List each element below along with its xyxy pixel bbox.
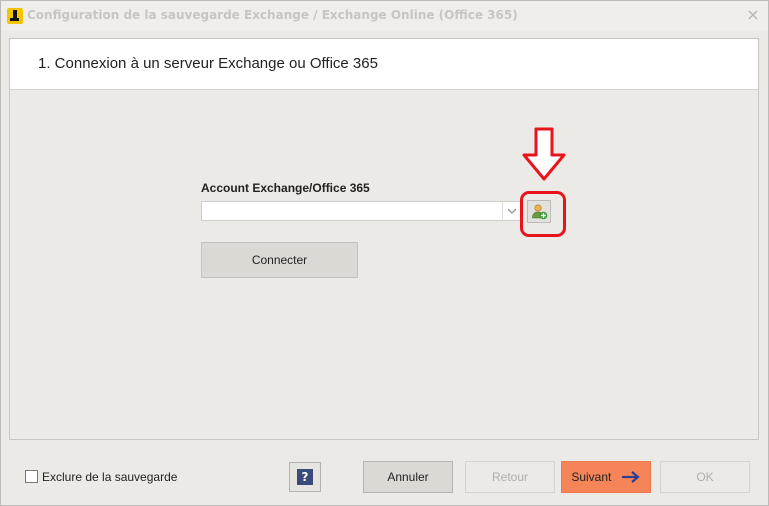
cancel-button[interactable]: Annuler <box>363 461 453 493</box>
down-arrow-annotation <box>522 127 566 181</box>
chevron-down-icon <box>507 208 517 214</box>
arrow-right-icon <box>621 470 640 483</box>
app-logo-icon <box>7 8 23 24</box>
window-title: Configuration de la sauvegarde Exchange … <box>27 8 518 22</box>
account-combobox[interactable] <box>201 201 521 221</box>
step-title: 1. Connexion à un serveur Exchange ou Of… <box>38 55 378 72</box>
exclude-label: Exclure de la sauvegarde <box>42 470 178 484</box>
help-icon: ? <box>297 469 313 485</box>
connect-button[interactable]: Connecter <box>201 242 358 278</box>
step-header: 1. Connexion à un serveur Exchange ou Of… <box>10 39 758 90</box>
back-button[interactable]: Retour <box>465 461 555 493</box>
account-label: Account Exchange/Office 365 <box>201 181 370 195</box>
dialog-window: Configuration de la sauvegarde Exchange … <box>0 0 769 506</box>
help-button[interactable]: ? <box>289 462 321 492</box>
exclude-checkbox[interactable] <box>25 470 38 483</box>
content-panel: 1. Connexion à un serveur Exchange ou Of… <box>9 38 759 440</box>
combobox-dropdown-button[interactable] <box>502 202 520 220</box>
title-bar: Configuration de la sauvegarde Exchange … <box>1 1 768 31</box>
next-button-label: Suivant <box>571 470 612 484</box>
annotation-highlight-ring <box>520 191 566 237</box>
close-button[interactable]: × <box>743 5 763 25</box>
ok-button[interactable]: OK <box>660 461 750 493</box>
next-button[interactable]: Suivant <box>561 461 651 493</box>
